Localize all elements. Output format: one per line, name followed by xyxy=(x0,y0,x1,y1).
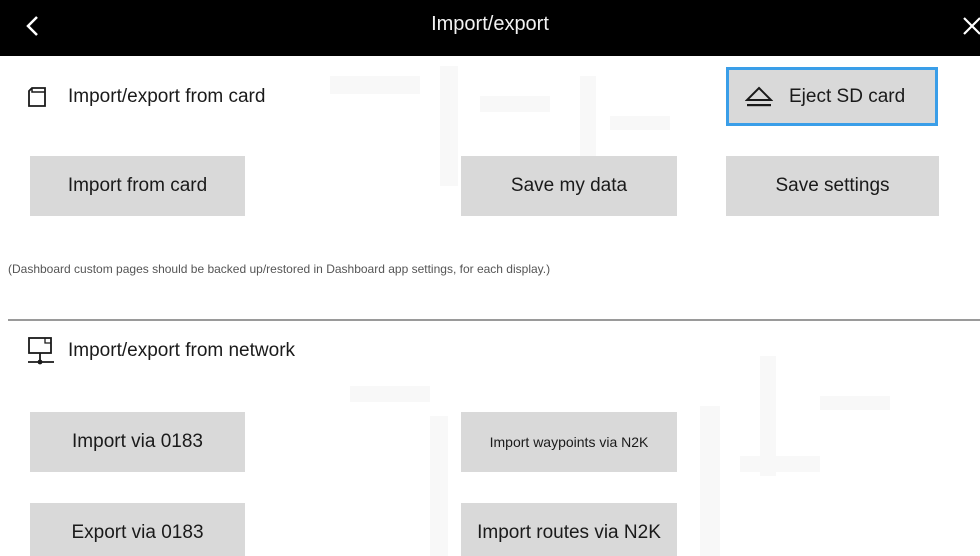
network-section-label: Import/export from network xyxy=(68,340,296,361)
page-title: Import/export xyxy=(431,13,549,35)
eject-sd-card-label: Eject SD card xyxy=(789,85,906,107)
import-via-0183-button[interactable]: Import via 0183 xyxy=(30,412,245,472)
network-section-header: Import/export from network xyxy=(26,337,295,365)
dashboard-backup-note: (Dashboard custom pages should be backed… xyxy=(8,262,551,276)
import-from-card-button[interactable]: Import from card xyxy=(30,156,245,216)
save-my-data-label: Save my data xyxy=(510,175,628,196)
import-waypoints-via-n2k-button[interactable]: Import waypoints via N2K xyxy=(461,412,677,472)
eject-sd-card-button[interactable]: Eject SD card xyxy=(726,67,938,126)
eject-icon xyxy=(745,85,773,109)
title-bar: Import/export xyxy=(0,0,980,56)
close-button[interactable] xyxy=(956,12,980,44)
import-via-0183-label: Import via 0183 xyxy=(72,431,203,452)
import-routes-via-n2k-label: Import routes via N2K xyxy=(477,522,661,543)
import-from-card-label: Import from card xyxy=(67,175,208,196)
import-export-window: Import/export Import/export from card Ej… xyxy=(0,0,980,556)
import-waypoints-via-n2k-label: Import waypoints via N2K xyxy=(489,434,649,450)
background-watermark xyxy=(330,66,890,556)
card-section-header: Import/export from card xyxy=(26,83,265,111)
import-routes-via-n2k-button[interactable]: Import routes via N2K xyxy=(461,503,677,556)
export-via-0183-button[interactable]: Export via 0183 xyxy=(30,503,245,556)
section-divider xyxy=(8,319,980,321)
sd-card-icon xyxy=(26,83,62,111)
save-my-data-button[interactable]: Save my data xyxy=(461,156,677,216)
save-settings-button[interactable]: Save settings xyxy=(726,156,939,216)
export-via-0183-label: Export via 0183 xyxy=(71,522,204,543)
close-icon xyxy=(962,16,980,41)
network-icon xyxy=(26,337,62,365)
card-section-label: Import/export from card xyxy=(68,86,266,107)
save-settings-label: Save settings xyxy=(775,175,890,196)
